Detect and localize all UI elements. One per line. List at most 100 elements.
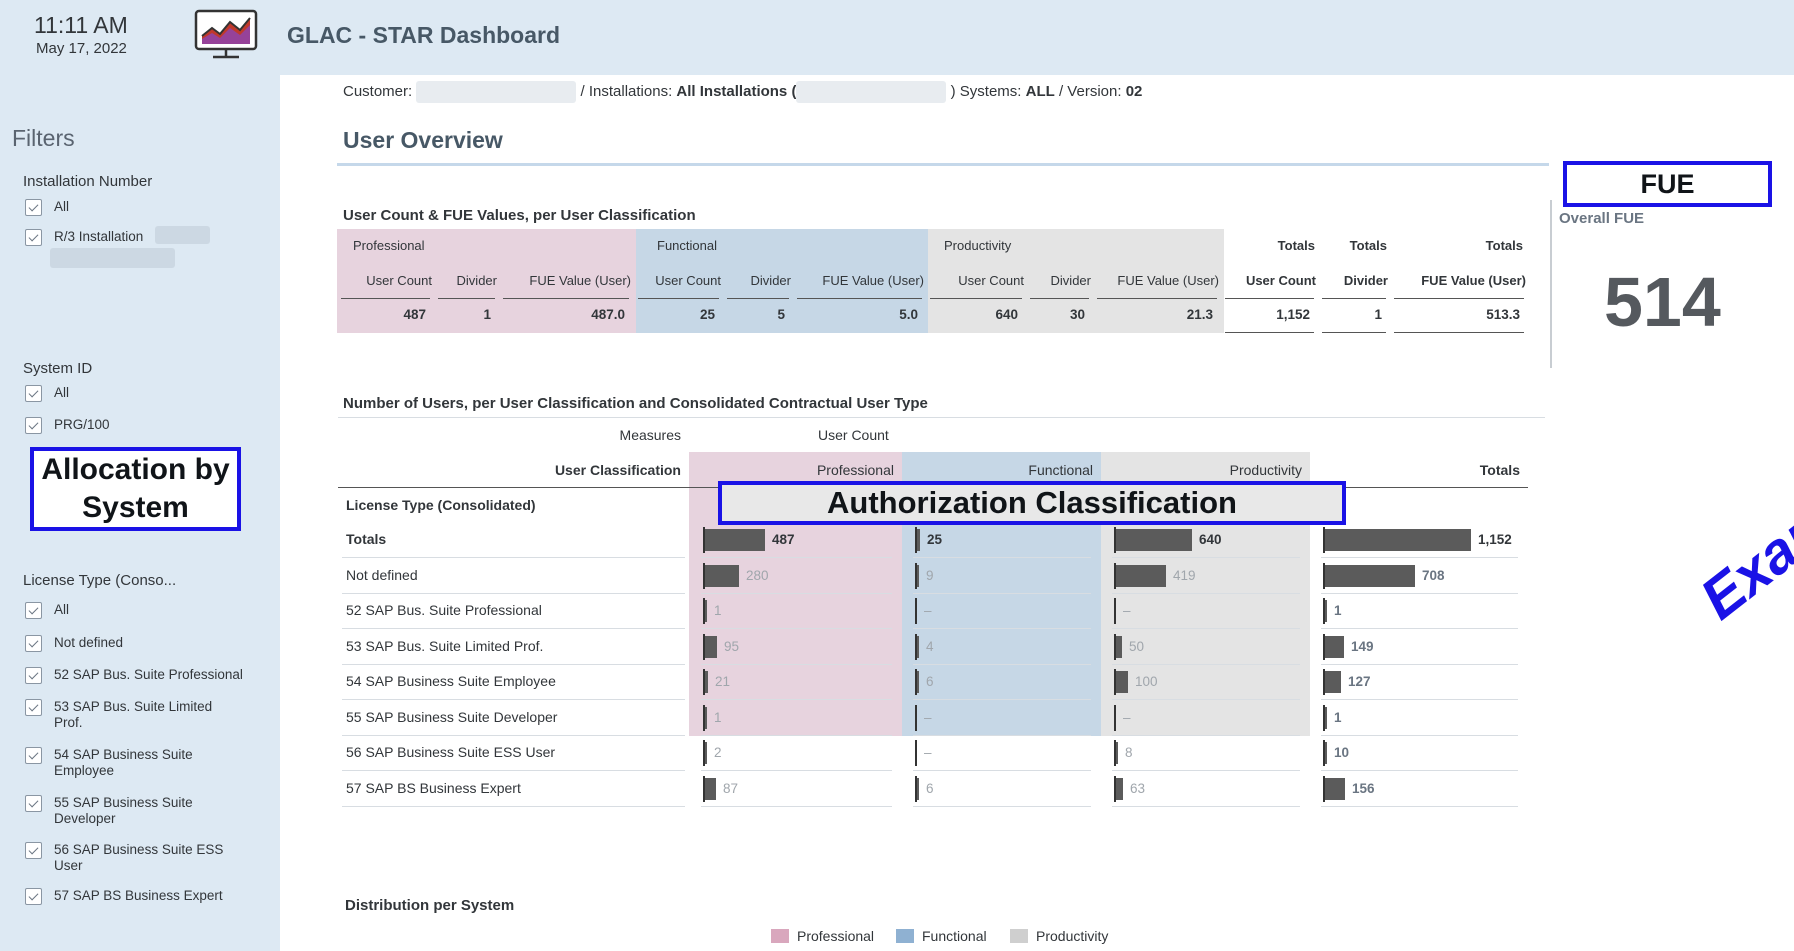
annotation-allocation: Allocation by System <box>30 447 241 531</box>
column-rule <box>438 298 495 299</box>
annotation-fue: FUE <box>1563 161 1772 207</box>
checkbox-checked-icon[interactable] <box>25 888 42 905</box>
fue-value-cell: 1,152 <box>1276 307 1310 322</box>
group-header: Totals <box>1485 238 1523 253</box>
legend-swatch <box>896 929 914 943</box>
breadcrumb: Customer: / Installations: All Installat… <box>343 81 1142 103</box>
row-rule <box>1321 805 1518 807</box>
bar-mark <box>705 742 707 764</box>
row-rule <box>701 557 892 558</box>
bar-mark <box>917 777 919 800</box>
bar-mark <box>705 706 707 729</box>
column-header: User Count <box>958 273 1024 288</box>
checkbox-checked-icon[interactable] <box>25 842 42 859</box>
filters-title: Filters <box>12 125 75 151</box>
bar-mark <box>1116 671 1128 693</box>
filter-installation-all[interactable]: All <box>25 199 69 216</box>
checkbox-checked-icon[interactable] <box>25 699 42 716</box>
row-rule <box>342 734 685 736</box>
row-label: Not defined <box>346 566 418 583</box>
legend-item: Functional <box>896 928 987 944</box>
redacted-value <box>416 81 577 103</box>
bar-mark <box>1325 742 1327 764</box>
total-rule <box>1225 332 1314 333</box>
checkbox-checked-icon[interactable] <box>25 667 42 684</box>
row-rule <box>1112 592 1300 594</box>
row-rule <box>913 805 1091 807</box>
bar-axis <box>915 598 917 624</box>
monitor-chart-icon[interactable] <box>193 8 259 60</box>
bar-mark <box>1116 742 1118 764</box>
filter-group-system: System ID <box>23 360 93 377</box>
row-rule <box>1112 734 1300 736</box>
bar-label: 50 <box>1129 638 1145 654</box>
column-rule <box>1097 298 1217 299</box>
section-title: User Overview <box>343 127 503 153</box>
checkbox-checked-icon[interactable] <box>25 229 42 246</box>
filter-license-item[interactable]: 52 SAP Bus. Suite Professional <box>25 667 243 684</box>
row-rule <box>913 663 1091 665</box>
row-rule <box>1112 663 1300 665</box>
row-rule <box>1321 734 1518 736</box>
bar-label: 100 <box>1135 674 1158 689</box>
checkbox-checked-icon[interactable] <box>25 199 42 216</box>
column-header: FUE Value (User) <box>1117 273 1219 288</box>
bar-label: 25 <box>927 532 943 547</box>
bar-label: 149 <box>1351 638 1374 654</box>
classification-header: Productivity <box>1229 462 1302 478</box>
row-rule <box>342 805 685 807</box>
bar-label: 8 <box>1125 745 1133 760</box>
bar-label: 6 <box>926 780 934 796</box>
legend-label: Productivity <box>1036 928 1109 944</box>
checkbox-checked-icon[interactable] <box>25 602 42 619</box>
legend-item: Professional <box>771 928 874 944</box>
row-rule <box>1321 628 1518 629</box>
bar-axis <box>915 740 917 766</box>
filter-group-installation: Installation Number <box>23 173 153 190</box>
clock-time: 11:11 AM <box>34 12 128 38</box>
legend-label: Functional <box>922 928 987 944</box>
bar-label: 6 <box>926 674 934 689</box>
filter-license-item[interactable]: All <box>25 602 69 619</box>
checkbox-checked-icon[interactable] <box>25 417 42 434</box>
bar-label: 1 <box>1334 709 1342 725</box>
row-rule <box>1112 770 1300 771</box>
bar-label: 10 <box>1334 745 1350 760</box>
bar-mark <box>1325 671 1341 693</box>
row-rule <box>342 770 685 771</box>
checkbox-checked-icon[interactable] <box>25 747 42 764</box>
bar-label: – <box>924 745 932 760</box>
fue-value-cell: 5 <box>777 307 785 322</box>
column-header: Divider <box>1343 273 1388 288</box>
filter-installation-r3[interactable]: R/3 Installation <box>25 229 143 246</box>
bar-mark <box>1325 564 1415 587</box>
checkbox-checked-icon[interactable] <box>25 635 42 652</box>
bar-label: – <box>924 603 932 618</box>
fue-divider <box>1550 200 1552 368</box>
fue-value-cell: 1 <box>483 307 491 322</box>
filter-system-prg100[interactable]: PRG/100 <box>25 417 110 434</box>
bar-label: 21 <box>715 674 731 689</box>
bar-mark <box>1116 529 1192 551</box>
row-rule <box>1112 628 1300 629</box>
group-header: Productivity <box>944 238 1012 253</box>
bar-mark <box>1325 706 1327 729</box>
filter-license-item[interactable]: 54 SAP Business Suite Employee <box>25 747 214 779</box>
filter-license-item[interactable]: 57 SAP BS Business Expert <box>25 888 223 905</box>
checkbox-checked-icon[interactable] <box>25 795 42 812</box>
row-rule <box>701 734 892 736</box>
bar-mark <box>1116 564 1166 587</box>
bar-label: 87 <box>723 780 739 796</box>
bar-mark <box>705 564 739 587</box>
filter-system-all[interactable]: All <box>25 385 69 402</box>
bar-label: 1 <box>714 709 722 725</box>
filter-license-item[interactable]: 55 SAP Business Suite Developer <box>25 795 214 827</box>
filter-license-item[interactable]: Not defined <box>25 635 123 652</box>
app-header: 11:11 AM May 17, 2022 GLAC - STAR Dashbo… <box>0 0 1794 75</box>
checkbox-checked-icon[interactable] <box>25 385 42 402</box>
filter-license-item[interactable]: 56 SAP Business Suite ESS User <box>25 842 234 874</box>
filter-license-item[interactable]: 53 SAP Bus. Suite Limited Prof. <box>25 699 239 731</box>
distribution-title: Distribution per System <box>345 897 515 914</box>
user-classification-label: User Classification <box>554 462 681 478</box>
users-table-divider <box>338 417 1545 418</box>
